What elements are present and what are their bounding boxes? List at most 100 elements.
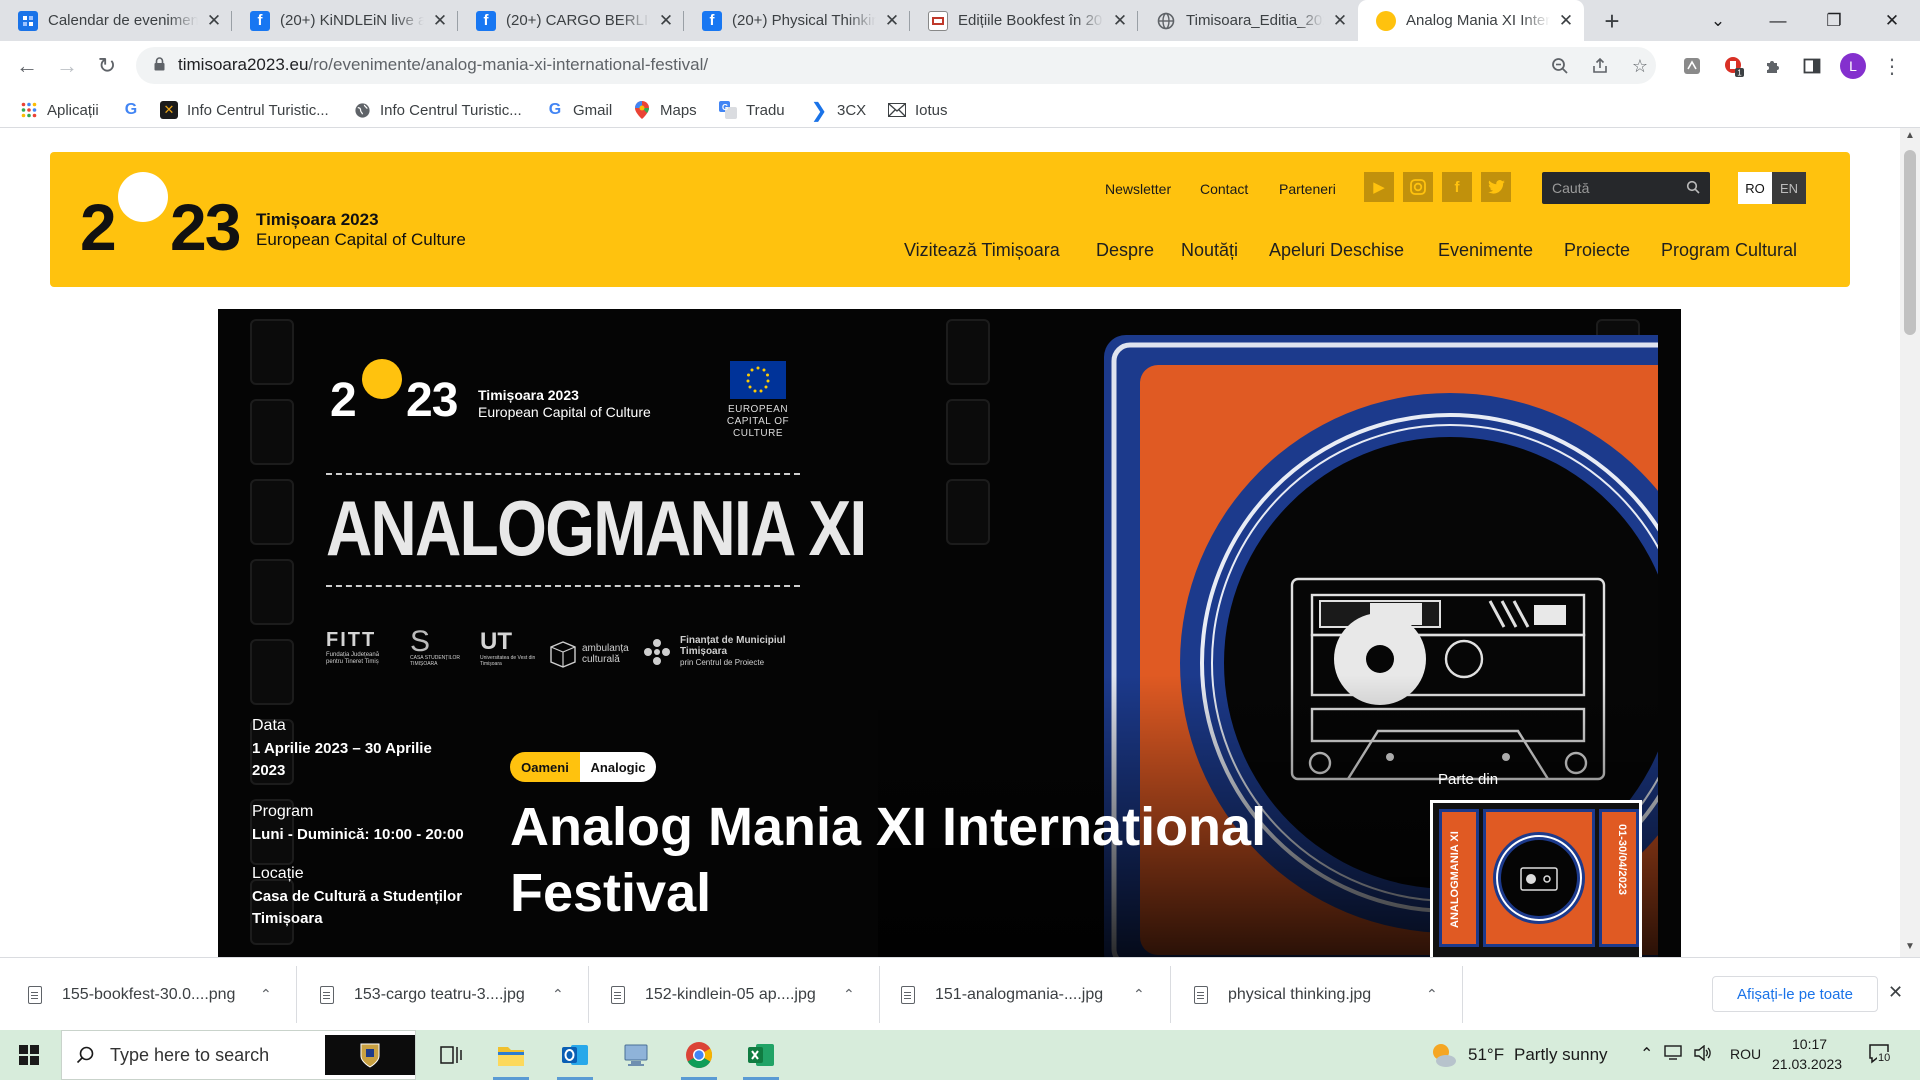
search-highlight-image[interactable] [325,1035,415,1075]
bookmark-info-centrul-turistic-2[interactable]: Info Centrul Turistic... [353,98,522,122]
outlook-icon[interactable] [560,1040,590,1070]
download-item[interactable]: 153-cargo teatru-3....jpg ⌃ [320,958,580,1031]
new-tab-button[interactable]: + [1595,4,1629,38]
bookmark-google[interactable]: G [122,98,149,122]
zoom-icon[interactable] [1548,54,1572,78]
bookmark-gmail[interactable]: G Gmail [546,98,612,122]
youtube-icon[interactable]: ▶ [1364,172,1394,202]
parent-event-thumbnail[interactable]: ANALOGMANIA XI 01-30/04/2023 [1430,800,1642,957]
chrome-icon[interactable] [684,1040,714,1070]
bookmark-iotus[interactable]: Iotus [888,98,948,122]
chevron-up-icon[interactable]: ⌃ [843,986,855,1003]
bookmark-apps[interactable]: Aplicații [20,98,99,122]
download-item[interactable]: 152-kindlein-05 ap....jpg ⌃ [611,958,871,1031]
windows-start-icon[interactable] [14,1040,44,1070]
tab-bookfest[interactable]: Edițiile Bookfest în 20 ✕ [910,0,1138,41]
close-window-button[interactable]: ✕ [1864,0,1920,41]
chevron-up-icon[interactable]: ⌃ [552,986,564,1003]
tag-oameni[interactable]: Oameni [510,752,580,782]
tab-timisoara-editia[interactable]: Timisoara_Editia_2023 ✕ [1138,0,1358,41]
thumb-left-panel: ANALOGMANIA XI [1439,809,1479,947]
instagram-icon[interactable] [1403,172,1433,202]
close-tab-icon[interactable]: ✕ [1110,11,1130,31]
close-tab-icon[interactable]: ✕ [882,11,902,31]
tab-calendar[interactable]: Calendar de evenimente ✕ [0,0,232,41]
facebook-favicon: f [250,10,270,31]
network-icon[interactable] [1664,1045,1682,1064]
bookmark-star-icon[interactable]: ☆ [1628,54,1652,78]
extensions-puzzle-icon[interactable] [1761,54,1785,78]
chevron-up-icon[interactable]: ⌃ [1640,1044,1653,1064]
tag-analogic[interactable]: Analogic [580,752,656,782]
nav-apeluri-deschise[interactable]: Apeluri Deschise [1269,240,1404,261]
newsletter-link[interactable]: Newsletter [1105,181,1171,197]
download-item[interactable]: physical thinking.jpg ⌃ [1194,958,1454,1031]
lock-icon[interactable] [154,57,165,74]
reload-button[interactable]: ↻ [90,49,124,83]
nav-noutati[interactable]: Noutăți [1181,240,1238,261]
facebook-icon[interactable]: f [1442,172,1472,202]
close-downloads-icon[interactable]: ✕ [1888,982,1903,1003]
bookmark-label: Gmail [573,101,613,119]
chevron-up-icon[interactable]: ⌃ [1133,986,1145,1003]
tab-analog-mania-active[interactable]: Analog Mania XI Inter ✕ [1358,0,1584,41]
tab-cargo-berlin[interactable]: f (20+) CARGO BERLIN ✕ [458,0,684,41]
file-explorer-icon[interactable] [496,1040,526,1070]
chevron-up-icon[interactable]: ⌃ [260,986,272,1003]
parteneri-link[interactable]: Parteneri [1279,181,1336,197]
close-tab-icon[interactable]: ✕ [1556,11,1576,31]
back-button[interactable]: ← [10,49,44,83]
minimize-button[interactable]: — [1750,0,1806,41]
bookmark-info-centrul-turistic-1[interactable]: ✕ Info Centrul Turistic... [160,98,329,122]
weather-sun-icon[interactable] [1428,1040,1458,1075]
search-icon[interactable] [1686,180,1700,199]
adblock-extension-icon[interactable]: 1 [1722,54,1746,78]
weather-temp[interactable]: 51°F [1468,1045,1504,1065]
close-tab-icon[interactable]: ✕ [1330,11,1350,31]
tab-search-chevron-icon[interactable]: ⌄ [1690,0,1746,41]
side-panel-icon[interactable] [1800,54,1824,78]
show-all-downloads-button[interactable]: Afișați-le pe toate [1712,976,1878,1012]
scrollbar-thumb[interactable] [1904,150,1916,335]
nav-despre[interactable]: Despre [1096,240,1154,261]
lang-en-button[interactable]: EN [1772,172,1806,204]
share-icon[interactable] [1588,54,1612,78]
tab-physical-thinking[interactable]: f (20+) Physical Thinking ✕ [684,0,910,41]
nav-program-cultural[interactable]: Program Cultural [1661,240,1797,261]
tab-kindlein[interactable]: f (20+) KiNDLEiN live at ✕ [232,0,458,41]
nav-evenimente[interactable]: Evenimente [1438,240,1533,261]
site-search-input[interactable] [1552,178,1682,198]
tm2023-logo[interactable]: 2 23 [80,172,260,264]
download-item[interactable]: 155-bookfest-30.0....png ⌃ [28,958,288,1031]
bookmark-maps[interactable]: Maps [633,98,697,122]
bookmark-tradu[interactable]: G Tradu [719,98,785,122]
download-item[interactable]: 151-analogmania-....jpg ⌃ [901,958,1161,1031]
input-language[interactable]: ROU [1730,1046,1761,1062]
nav-viziteaza-timisoara[interactable]: Vizitează Timișoara [904,240,1060,261]
url-text[interactable]: timisoara2023.eu/ro/evenimente/analog-ma… [178,55,708,75]
weather-description[interactable]: Partly sunny [1514,1045,1608,1065]
address-bar[interactable]: timisoara2023.eu/ro/evenimente/analog-ma… [136,47,1656,84]
chrome-menu-icon[interactable]: ⋮ [1880,54,1904,78]
remote-desktop-icon[interactable] [622,1040,652,1070]
forward-button[interactable]: → [50,49,84,83]
excel-icon[interactable] [746,1040,776,1070]
clock-time[interactable]: 10:17 [1792,1036,1827,1052]
lang-ro-button[interactable]: RO [1738,172,1772,204]
notifications-icon[interactable]: 10 [1868,1042,1894,1073]
close-tab-icon[interactable]: ✕ [430,11,450,31]
pdf-extension-icon[interactable] [1680,54,1704,78]
close-tab-icon[interactable]: ✕ [204,11,224,31]
volume-icon[interactable] [1694,1044,1712,1064]
nav-proiecte[interactable]: Proiecte [1564,240,1630,261]
close-tab-icon[interactable]: ✕ [656,11,676,31]
twitter-icon[interactable] [1481,172,1511,202]
contact-link[interactable]: Contact [1200,181,1248,197]
restore-button[interactable]: ❐ [1806,0,1862,41]
clock-date[interactable]: 21.03.2023 [1772,1056,1842,1072]
bookmark-3cx[interactable]: ❯ 3CX [810,98,867,122]
facebook-favicon: f [476,10,496,31]
chevron-up-icon[interactable]: ⌃ [1426,986,1438,1003]
task-view-icon[interactable] [436,1040,466,1070]
profile-avatar[interactable]: L [1840,53,1866,79]
